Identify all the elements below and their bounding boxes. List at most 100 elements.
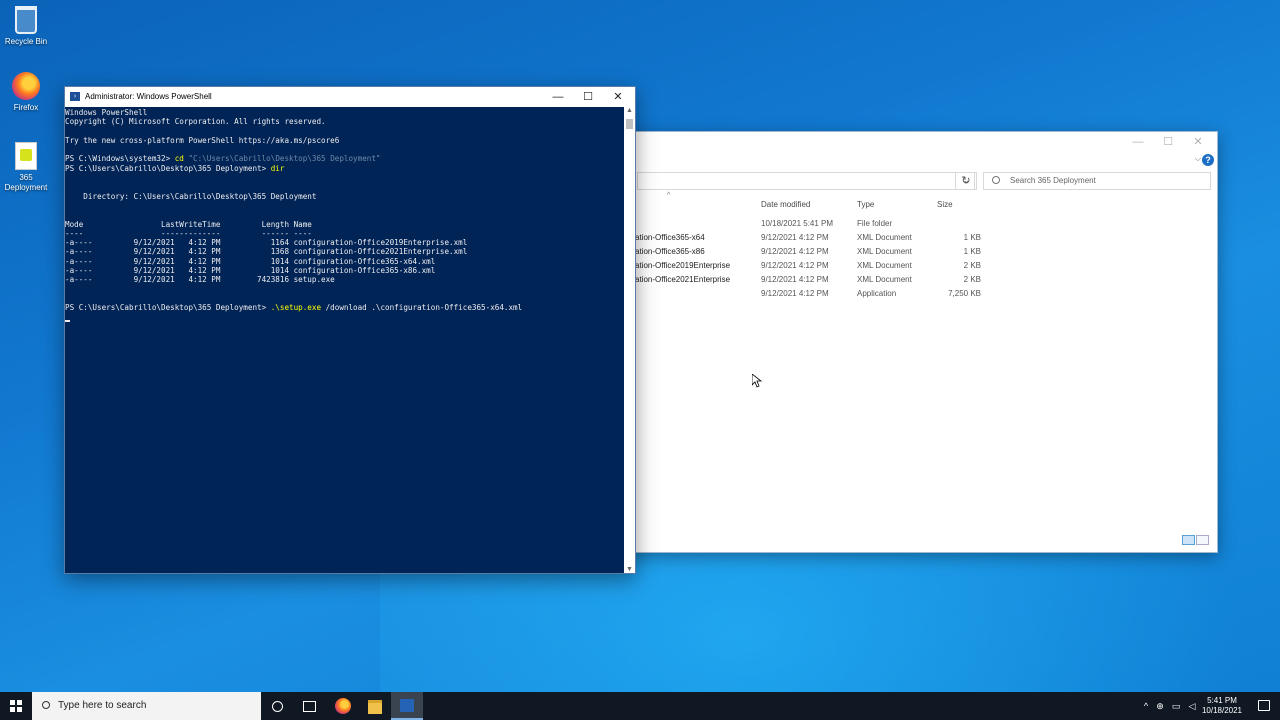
scroll-down-icon[interactable]: ▼ — [626, 566, 633, 573]
minimize-button[interactable]: — — [543, 87, 573, 107]
file-size: 1 KB — [963, 233, 981, 242]
file-size: 7,250 KB — [948, 289, 981, 298]
console-line: -a---- 9/12/2021 4:12 PM 7423816 setup.e… — [65, 275, 335, 285]
file-name: ation-Office2021Enterprise — [635, 275, 731, 284]
address-bar[interactable]: ⌄ — [637, 172, 975, 190]
file-type: Application — [857, 289, 897, 298]
notifications-icon[interactable] — [1258, 700, 1270, 711]
console-line: Directory: C:\Users\Cabrillo\Desktop\365… — [65, 191, 317, 201]
console-line: -a---- 9/12/2021 4:12 PM 1014 configurat… — [65, 256, 436, 266]
large-icons-view-button[interactable] — [1196, 535, 1209, 545]
search-icon — [42, 701, 50, 709]
close-button[interactable]: ✕ — [1183, 134, 1213, 150]
folder-zip-icon — [15, 142, 37, 170]
security-icon[interactable]: ⊕ — [1154, 700, 1166, 712]
taskbar-file-explorer-button[interactable] — [359, 692, 391, 720]
file-row[interactable]: ation-Office365-x64 9/12/2021 4:12 PM XM… — [635, 232, 995, 246]
file-date: 9/12/2021 4:12 PM — [761, 289, 829, 298]
desktop-icon-recycle-bin[interactable]: Recycle Bin — [0, 6, 52, 47]
console-line: -a---- 9/12/2021 4:12 PM 1368 configurat… — [65, 247, 468, 257]
firefox-icon — [12, 72, 40, 100]
taskbar-search-box[interactable]: Type here to search — [32, 692, 261, 720]
close-button[interactable]: ✕ — [603, 87, 633, 107]
console-command: cd — [174, 154, 184, 164]
file-row[interactable]: ation-Office2019Enterprise 9/12/2021 4:1… — [635, 260, 995, 274]
recycle-bin-icon — [15, 6, 37, 34]
maximize-button[interactable]: ☐ — [573, 87, 603, 107]
file-row[interactable]: 10/18/2021 5:41 PM File folder — [635, 218, 995, 232]
file-date: 9/12/2021 4:12 PM — [761, 247, 829, 256]
console-line: Mode LastWriteTime Length Name — [65, 219, 312, 229]
chevron-up-icon[interactable]: ^ — [1140, 700, 1152, 712]
console-prompt: PS C:\Windows\system32> — [65, 154, 175, 164]
start-button[interactable] — [0, 692, 32, 720]
clock-date: 10/18/2021 — [1201, 706, 1243, 715]
desktop-icon-label: 365 Deployment — [4, 173, 48, 192]
file-size: 2 KB — [963, 275, 981, 284]
file-date: 9/12/2021 4:12 PM — [761, 275, 829, 284]
chevron-down-icon[interactable]: ⌵ — [1195, 154, 1201, 164]
file-type: XML Document — [857, 233, 912, 242]
taskbar: Type here to search ^ ⊕ ▭ ◁ 5:41 PM 10/1… — [0, 692, 1280, 720]
file-date: 10/18/2021 5:41 PM — [761, 219, 834, 228]
network-icon[interactable]: ▭ — [1170, 700, 1182, 712]
scrollbar-thumb[interactable] — [626, 119, 633, 129]
powershell-icon: › — [70, 92, 80, 101]
desktop-icon-label: Firefox — [13, 103, 39, 112]
details-view-button[interactable] — [1182, 535, 1195, 545]
cortana-button[interactable] — [261, 692, 293, 720]
desktop-icon-365-deployment[interactable]: 365 Deployment — [0, 142, 52, 193]
desktop-icon-firefox[interactable]: Firefox — [0, 72, 52, 113]
taskbar-powershell-button[interactable] — [391, 692, 423, 720]
desktop-icon-label: Recycle Bin — [4, 37, 48, 46]
powershell-window[interactable]: › Administrator: Windows PowerShell — ☐ … — [64, 86, 636, 574]
file-name: ation-Office365-x64 — [635, 233, 705, 242]
console-line: -a---- 9/12/2021 4:12 PM 1014 configurat… — [65, 266, 436, 276]
system-tray: ^ ⊕ ▭ ◁ 5:41 PM 10/18/2021 — [1140, 692, 1280, 720]
vertical-scrollbar[interactable]: ▲ ▼ — [624, 107, 635, 573]
refresh-button[interactable]: ↻ — [955, 172, 977, 190]
file-row[interactable]: ation-Office365-x86 9/12/2021 4:12 PM XM… — [635, 246, 995, 260]
clock[interactable]: 5:41 PM 10/18/2021 — [1200, 696, 1244, 716]
search-placeholder: Search 365 Deployment — [1010, 176, 1096, 185]
windows-logo-icon — [10, 700, 22, 712]
console-output[interactable]: Windows PowerShell Copyright (C) Microso… — [65, 107, 625, 322]
console-command: dir — [270, 163, 285, 173]
minimize-button[interactable]: — — [1123, 134, 1153, 150]
file-type: XML Document — [857, 247, 912, 256]
file-type: File folder — [857, 219, 893, 228]
powershell-titlebar[interactable]: › Administrator: Windows PowerShell — ☐ … — [65, 87, 635, 107]
file-row[interactable]: ation-Office2021Enterprise 9/12/2021 4:1… — [635, 274, 995, 288]
file-date: 9/12/2021 4:12 PM — [761, 233, 829, 242]
console-argument: "C:\Users\Cabrillo\Desktop\365 Deploymen… — [183, 154, 381, 164]
column-header-type[interactable]: Type — [857, 200, 874, 209]
explorer-titlebar[interactable]: — ☐ ✕ — [621, 132, 1217, 152]
view-toggle — [1181, 532, 1209, 550]
volume-icon[interactable]: ◁ — [1186, 700, 1198, 712]
console-line: ---- ------------- ------ ---- — [65, 228, 312, 238]
clock-time: 5:41 PM — [1207, 696, 1237, 705]
console-prompt: PS C:\Users\Cabrillo\Desktop\365 Deploym… — [65, 163, 271, 173]
taskbar-search-placeholder: Type here to search — [58, 700, 147, 711]
help-icon[interactable]: ? — [1202, 154, 1214, 166]
column-header-size[interactable]: Size — [937, 200, 953, 209]
sort-up-icon: ^ — [667, 192, 671, 199]
file-size: 1 KB — [963, 247, 981, 256]
console-command: .\setup.exe — [270, 303, 322, 313]
search-input[interactable]: Search 365 Deployment — [983, 172, 1211, 190]
file-type: XML Document — [857, 275, 912, 284]
column-header-date[interactable]: Date modified — [761, 200, 810, 209]
window-title: Administrator: Windows PowerShell — [85, 92, 212, 101]
taskbar-firefox-button[interactable] — [327, 692, 359, 720]
maximize-button[interactable]: ☐ — [1153, 134, 1183, 150]
console-line: -a---- 9/12/2021 4:12 PM 1164 configurat… — [65, 238, 468, 248]
scroll-up-icon[interactable]: ▲ — [626, 107, 633, 114]
file-size: 2 KB — [963, 261, 981, 270]
file-date: 9/12/2021 4:12 PM — [761, 261, 829, 270]
file-explorer-window[interactable]: — ☐ ✕ ⌵ ? ⌄ ↻ Search 365 Deployment ^ Da… — [620, 131, 1218, 553]
file-name: ation-Office365-x86 — [635, 247, 705, 256]
file-row[interactable]: 9/12/2021 4:12 PM Application 7,250 KB — [635, 288, 995, 302]
task-view-button[interactable] — [293, 692, 325, 720]
search-icon — [992, 176, 1000, 184]
console-prompt: PS C:\Users\Cabrillo\Desktop\365 Deploym… — [65, 303, 271, 313]
